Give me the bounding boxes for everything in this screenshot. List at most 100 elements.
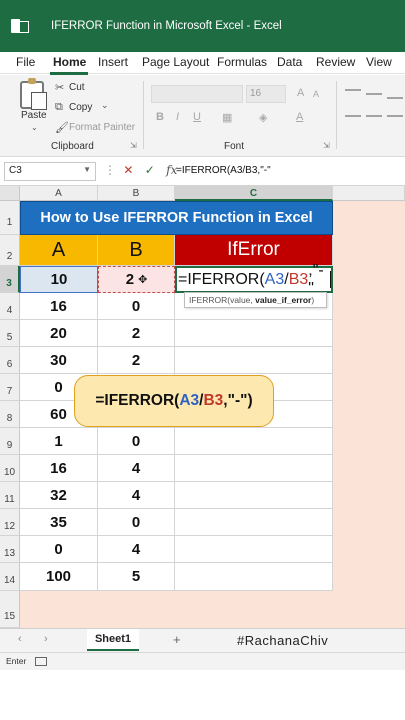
- row-header[interactable]: 9: [0, 428, 20, 455]
- format-painter-icon[interactable]: 🖌: [55, 121, 69, 134]
- row-header[interactable]: 4: [0, 293, 20, 320]
- cell-a3[interactable]: 10: [20, 266, 98, 293]
- font-color-icon[interactable]: A: [296, 111, 303, 123]
- menu-data[interactable]: Data: [277, 55, 302, 69]
- bold-icon[interactable]: B: [156, 111, 164, 123]
- cut-icon[interactable]: ✂: [55, 81, 64, 94]
- cell-c[interactable]: [175, 347, 333, 374]
- cell-a[interactable]: 35: [20, 509, 98, 536]
- row-header[interactable]: 2: [0, 235, 20, 266]
- underline-icon[interactable]: U: [193, 111, 201, 123]
- select-all-corner[interactable]: [0, 186, 20, 201]
- decrease-font-icon[interactable]: A: [313, 89, 319, 99]
- row-header[interactable]: 8: [0, 401, 20, 428]
- format-painter-button[interactable]: Format Painter: [69, 122, 135, 133]
- menu-formulas[interactable]: Formulas: [217, 55, 267, 69]
- cell-c[interactable]: [175, 320, 333, 347]
- enter-icon[interactable]: ✓: [145, 163, 155, 177]
- cell-b[interactable]: 0: [98, 509, 175, 536]
- top-align-icon[interactable]: [345, 89, 361, 91]
- row-header[interactable]: 6: [0, 347, 20, 374]
- menu-home[interactable]: Home: [53, 55, 86, 69]
- worksheet-grid[interactable]: A B C 1 2 3 4 5 6 7 8 9 10 11 12 13 14 1…: [0, 186, 405, 628]
- cell-b[interactable]: 4: [98, 455, 175, 482]
- chevron-down-icon[interactable]: ▼: [83, 165, 91, 174]
- cell-c[interactable]: [175, 482, 333, 509]
- cell-a[interactable]: 100: [20, 563, 98, 591]
- title-banner[interactable]: How to Use IFERROR Function in Excel: [20, 201, 333, 235]
- cell-c[interactable]: [175, 563, 333, 591]
- row-header[interactable]: 13: [0, 536, 20, 563]
- row-header[interactable]: 1: [0, 201, 20, 235]
- column-header-a[interactable]: A: [20, 186, 98, 201]
- cell-c[interactable]: [175, 428, 333, 455]
- cell-b3[interactable]: 2 ✥: [98, 266, 175, 293]
- menu-page-layout[interactable]: Page Layout: [142, 55, 209, 69]
- column-header-b[interactable]: B: [98, 186, 175, 201]
- bottom-align-icon[interactable]: [387, 97, 403, 99]
- menu-insert[interactable]: Insert: [98, 55, 128, 69]
- font-launcher-icon[interactable]: ⇲: [323, 141, 330, 150]
- increase-font-icon[interactable]: A: [297, 87, 304, 99]
- cell-b[interactable]: 0: [98, 428, 175, 455]
- row-header[interactable]: 10: [0, 455, 20, 482]
- row-header[interactable]: 7: [0, 374, 20, 401]
- cell-b[interactable]: 0: [98, 293, 175, 320]
- cell-c[interactable]: [175, 455, 333, 482]
- cell-c3-editing[interactable]: =IFERROR(A3/B3 ,"-": [175, 262, 333, 297]
- header-cell-a[interactable]: A: [20, 235, 98, 266]
- clipboard-launcher-icon[interactable]: ⇲: [130, 141, 137, 150]
- copy-chevron-icon[interactable]: ⌄: [101, 100, 109, 111]
- menu-view[interactable]: View: [366, 55, 392, 69]
- middle-align-icon[interactable]: [366, 93, 382, 95]
- row-header[interactable]: 11: [0, 482, 20, 509]
- paste-button-label[interactable]: Paste: [21, 110, 47, 121]
- cell-b[interactable]: 4: [98, 536, 175, 563]
- scroll-left-icon[interactable]: ‹: [18, 633, 22, 645]
- cell-c[interactable]: [175, 509, 333, 536]
- paste-icon[interactable]: [20, 78, 47, 110]
- cell-b[interactable]: 5: [98, 563, 175, 591]
- cut-button[interactable]: Cut: [69, 82, 85, 93]
- font-name-select[interactable]: [151, 85, 243, 103]
- column-header-c[interactable]: C: [175, 186, 333, 201]
- cell-a[interactable]: 30: [20, 347, 98, 374]
- cell-a[interactable]: 16: [20, 293, 98, 320]
- row-header[interactable]: 15: [0, 591, 20, 628]
- cell-a[interactable]: 32: [20, 482, 98, 509]
- cell-a[interactable]: 0: [20, 536, 98, 563]
- borders-icon[interactable]: ▦: [222, 111, 232, 124]
- row-header[interactable]: 12: [0, 509, 20, 536]
- menu-review[interactable]: Review: [316, 55, 355, 69]
- copy-button[interactable]: Copy: [69, 102, 92, 113]
- cell-a[interactable]: 16: [20, 455, 98, 482]
- center-align-icon[interactable]: [366, 115, 382, 117]
- add-sheet-icon[interactable]: +: [173, 632, 181, 647]
- cell-a[interactable]: 1: [20, 428, 98, 455]
- name-box[interactable]: C3 ▼: [4, 162, 96, 181]
- row-header[interactable]: 5: [0, 320, 20, 347]
- tab-sheet1[interactable]: Sheet1: [87, 629, 139, 651]
- copy-icon[interactable]: ⧉: [55, 101, 63, 114]
- left-align-icon[interactable]: [345, 115, 361, 117]
- row-header[interactable]: 3: [0, 266, 20, 293]
- italic-icon[interactable]: I: [176, 111, 179, 123]
- more-options-icon[interactable]: ⋮: [104, 163, 116, 177]
- cell-a[interactable]: 20: [20, 320, 98, 347]
- header-cell-b[interactable]: B: [98, 235, 175, 266]
- font-size-select[interactable]: 16: [246, 85, 286, 103]
- paste-chevron-icon[interactable]: ⌄: [31, 123, 38, 132]
- fill-color-icon[interactable]: ◈: [259, 111, 267, 124]
- menu-file[interactable]: File: [16, 55, 35, 69]
- accessibility-icon[interactable]: [35, 657, 47, 666]
- cell-b[interactable]: 4: [98, 482, 175, 509]
- formula-input[interactable]: =IFERROR(A3/B3,"-": [176, 165, 271, 176]
- cell-b[interactable]: 2: [98, 347, 175, 374]
- column-header-d[interactable]: [333, 186, 405, 201]
- row-header[interactable]: 14: [0, 563, 20, 591]
- scroll-right-icon[interactable]: ›: [44, 633, 48, 645]
- cancel-icon[interactable]: ✕: [123, 163, 133, 177]
- cell-c[interactable]: [175, 536, 333, 563]
- cell-b[interactable]: 2: [98, 320, 175, 347]
- right-align-icon[interactable]: [387, 115, 403, 117]
